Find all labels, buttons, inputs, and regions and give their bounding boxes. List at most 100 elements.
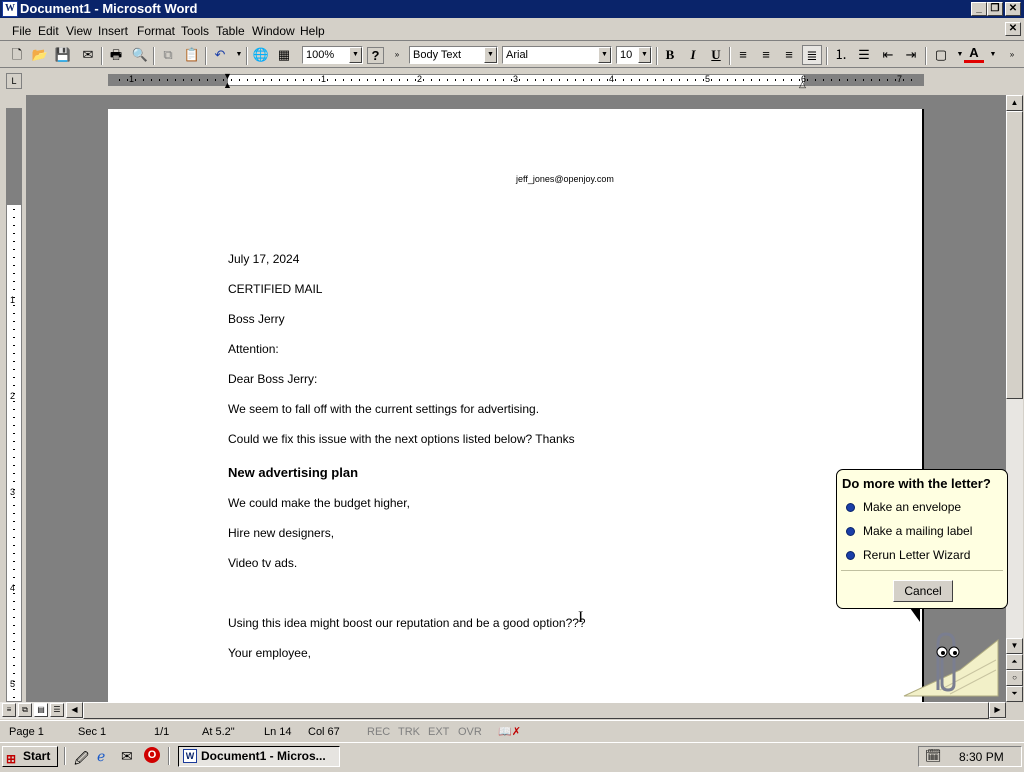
menu-window[interactable]: Window bbox=[252, 24, 295, 38]
menu-insert[interactable]: Insert bbox=[98, 24, 128, 38]
select-browse-object-icon[interactable]: ○ bbox=[1006, 670, 1023, 686]
horizontal-scrollbar[interactable]: ≡ ⧉ ▤ ☰ ◀ ▶ bbox=[0, 702, 1006, 719]
web-globe-icon[interactable]: 🌐 bbox=[251, 45, 271, 65]
font-color-dropdown-icon[interactable]: ▼ bbox=[983, 45, 1003, 65]
status-trk[interactable]: TRK bbox=[398, 724, 420, 740]
web-layout-view-icon[interactable]: ⧉ bbox=[18, 703, 32, 717]
insert-table-icon[interactable]: ▦ bbox=[274, 45, 294, 65]
ruler-tick bbox=[175, 79, 176, 81]
make-mailing-label-option[interactable]: Make a mailing label bbox=[846, 524, 972, 538]
open-folder-icon[interactable]: 📂 bbox=[30, 45, 50, 65]
scroll-right-icon[interactable]: ▶ bbox=[989, 702, 1006, 718]
toolbar-separator bbox=[826, 47, 828, 65]
close-button[interactable]: ✕ bbox=[1005, 2, 1021, 16]
right-indent-marker[interactable]: △ bbox=[799, 80, 806, 89]
opera-icon[interactable]: O bbox=[144, 747, 160, 763]
ruler-bar[interactable]: 1 1 2 3 4 5 6 7 ▼ ▲ △ bbox=[108, 72, 924, 90]
restore-button[interactable]: ❐ bbox=[987, 2, 1003, 16]
taskbar-item-document1[interactable]: W Document1 - Micros... bbox=[178, 746, 340, 767]
align-center-icon[interactable]: ≡ bbox=[756, 45, 776, 65]
print-layout-view-icon[interactable]: ▤ bbox=[34, 703, 48, 717]
rerun-letter-wizard-option[interactable]: Rerun Letter Wizard bbox=[846, 548, 970, 562]
increase-indent-icon[interactable]: ⇥ bbox=[901, 45, 921, 65]
bold-button[interactable]: B bbox=[660, 45, 680, 65]
align-left-icon[interactable]: ≡ bbox=[733, 45, 753, 65]
toolbar-separator bbox=[246, 47, 248, 65]
more-buttons-icon[interactable]: » bbox=[387, 45, 407, 65]
minimize-button[interactable]: _ bbox=[971, 2, 987, 16]
decrease-indent-icon[interactable]: ⇤ bbox=[878, 45, 898, 65]
vruler-tick bbox=[13, 545, 15, 546]
print-icon[interactable]: 🖶 bbox=[106, 45, 126, 65]
menu-help[interactable]: Help bbox=[300, 24, 325, 38]
more-buttons-icon[interactable]: » bbox=[1002, 45, 1022, 65]
menu-view[interactable]: View bbox=[66, 24, 92, 38]
chevron-down-icon[interactable]: ▼ bbox=[598, 47, 611, 63]
ruler-tick bbox=[423, 79, 424, 81]
zoom-select[interactable]: 100% ▼ bbox=[302, 46, 363, 64]
help-icon[interactable]: ? bbox=[367, 47, 384, 64]
internet-explorer-icon[interactable]: ℯ bbox=[97, 748, 105, 765]
paste-icon[interactable]: 📋 bbox=[182, 45, 202, 65]
status-ovr[interactable]: OVR bbox=[458, 724, 482, 740]
cancel-button[interactable]: Cancel bbox=[893, 580, 953, 602]
outline-view-icon[interactable]: ☰ bbox=[50, 703, 64, 717]
menu-format[interactable]: Format bbox=[137, 24, 175, 38]
new-document-icon[interactable]: 🗋 bbox=[7, 45, 27, 65]
ruler-tick bbox=[383, 79, 384, 81]
font-size-select[interactable]: 10 ▼ bbox=[616, 46, 652, 64]
underline-button[interactable]: U bbox=[706, 45, 726, 65]
status-rec[interactable]: REC bbox=[367, 724, 390, 740]
outlook-express-icon[interactable]: ✉ bbox=[121, 748, 133, 765]
undo-icon[interactable]: ↶ bbox=[210, 45, 230, 65]
scroll-thumb[interactable] bbox=[1006, 111, 1023, 399]
scroll-up-icon[interactable]: ▲ bbox=[1006, 95, 1023, 111]
style-select[interactable]: Body Text ▼ bbox=[409, 46, 498, 64]
make-envelope-option[interactable]: Make an envelope bbox=[846, 500, 961, 514]
vertical-scrollbar[interactable]: ▲ ▼ ⏶ ○ ⏷ bbox=[1006, 95, 1023, 702]
document-close-button[interactable]: ✕ bbox=[1005, 22, 1021, 36]
numbering-icon[interactable]: ⒈ bbox=[831, 45, 851, 65]
menu-file[interactable]: File bbox=[12, 24, 31, 38]
start-button[interactable]: ⊞ Start bbox=[2, 746, 58, 767]
vruler-tick bbox=[13, 321, 15, 322]
spelling-status-icon[interactable]: 📖✗ bbox=[498, 724, 521, 740]
font-select[interactable]: Arial ▼ bbox=[502, 46, 612, 64]
menu-table[interactable]: Table bbox=[216, 24, 245, 38]
hanging-indent-marker[interactable]: ▲ bbox=[223, 81, 232, 90]
menu-edit[interactable]: Edit bbox=[38, 24, 59, 38]
clock[interactable]: 8:30 PM bbox=[959, 750, 1004, 764]
show-desktop-icon[interactable]: 🖉 bbox=[74, 748, 89, 772]
status-ext[interactable]: EXT bbox=[428, 724, 449, 740]
save-icon[interactable]: 💾 bbox=[53, 45, 73, 65]
print-preview-icon[interactable]: 🔍 bbox=[130, 45, 150, 65]
chevron-down-icon[interactable]: ▼ bbox=[349, 47, 362, 63]
scroll-down-icon[interactable]: ▼ bbox=[1006, 638, 1023, 654]
scroll-left-icon[interactable]: ◀ bbox=[66, 702, 83, 718]
borders-icon[interactable]: ▢ bbox=[931, 45, 951, 65]
office-assistant-clippy[interactable] bbox=[900, 630, 1004, 700]
chevron-down-icon[interactable]: ▼ bbox=[638, 47, 651, 63]
scheduler-icon[interactable]: 🗓 bbox=[925, 748, 942, 764]
justify-icon[interactable]: ≣ bbox=[802, 45, 822, 65]
horizontal-ruler: L 1 1 2 3 4 5 6 7 ▼ ▲ △ bbox=[0, 69, 1024, 93]
chevron-down-icon[interactable]: ▼ bbox=[484, 47, 497, 63]
previous-page-icon[interactable]: ⏶ bbox=[1006, 654, 1023, 670]
ruler-tick bbox=[767, 79, 768, 81]
menu-tools[interactable]: Tools bbox=[181, 24, 209, 38]
hscroll-thumb[interactable] bbox=[83, 702, 989, 719]
next-page-icon[interactable]: ⏷ bbox=[1006, 686, 1023, 702]
toolbar: 🗋 📂 💾 ✉ 🖶 🔍 ⧉ 📋 ↶ ▼ 🌐 ▦ 100% ▼ ? » Body T… bbox=[0, 42, 1024, 68]
tab-selector[interactable]: L bbox=[6, 73, 22, 89]
document-page[interactable]: jeff_jones@openjoy.com July 17, 2024 CER… bbox=[108, 109, 924, 702]
align-right-icon[interactable]: ≡ bbox=[779, 45, 799, 65]
document-workspace[interactable]: jeff_jones@openjoy.com July 17, 2024 CER… bbox=[26, 95, 1006, 702]
normal-view-icon[interactable]: ≡ bbox=[2, 703, 16, 717]
word-app-icon[interactable]: W bbox=[2, 1, 18, 17]
email-icon[interactable]: ✉ bbox=[78, 45, 98, 65]
italic-button[interactable]: I bbox=[683, 45, 703, 65]
bullets-icon[interactable]: ☰ bbox=[854, 45, 874, 65]
font-color-icon[interactable]: A bbox=[964, 45, 984, 63]
ruler-tick bbox=[783, 79, 784, 81]
copy-icon[interactable]: ⧉ bbox=[158, 45, 178, 65]
